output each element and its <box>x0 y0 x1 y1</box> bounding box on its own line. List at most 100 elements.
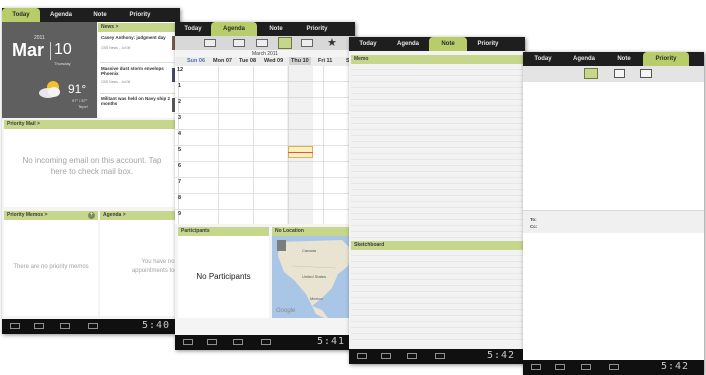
system-navbar: 5:40 <box>2 319 180 334</box>
city-label: Tepe! <box>78 104 88 109</box>
view-toolbar: ★ <box>175 36 355 50</box>
menu-icon[interactable] <box>435 353 445 359</box>
day-view-icon[interactable] <box>204 39 216 47</box>
tab-note[interactable]: Note <box>82 8 118 22</box>
participants-body[interactable]: No Participants <box>178 236 269 318</box>
agenda-screen: Today Agenda Note Priority ★ March 2011 … <box>175 22 355 350</box>
system-navbar: 5:41 <box>175 335 355 350</box>
day-header[interactable]: Sun 06 <box>187 58 205 64</box>
priority-memos-header[interactable]: Priority Memos > <box>4 211 98 220</box>
system-navbar: 5:42 <box>523 360 704 375</box>
day-header[interactable]: Tue 08 <box>239 58 256 64</box>
memo-header[interactable]: Memo <box>351 55 523 64</box>
sketchboard-header[interactable]: Sketchboard <box>351 241 523 250</box>
temperature-label: 91° <box>68 82 87 96</box>
hour-label: 12 <box>177 67 184 73</box>
status-clock: 5:40 <box>142 320 171 331</box>
menu-icon[interactable] <box>88 323 98 329</box>
priority-memos-title: Priority Memos <box>7 212 44 218</box>
sketchboard-title: Sketchboard <box>354 242 385 248</box>
to-label[interactable]: To: <box>530 217 537 222</box>
tab-priority[interactable]: Priority <box>295 22 339 36</box>
tab-agenda[interactable]: Agenda <box>387 37 429 51</box>
tab-today[interactable]: Today <box>2 8 40 22</box>
chevron-right-icon: > <box>121 212 126 218</box>
tab-agenda[interactable]: Agenda <box>40 8 82 22</box>
recent-apps-icon[interactable] <box>407 353 417 359</box>
back-icon[interactable] <box>10 323 20 329</box>
home-icon[interactable] <box>381 353 391 359</box>
tab-today[interactable]: Today <box>523 52 563 66</box>
week-grid[interactable]: 12 1 2 3 4 5 6 7 8 9 <box>175 66 355 224</box>
home-icon[interactable] <box>555 364 565 370</box>
menu-icon[interactable] <box>261 339 271 345</box>
day-header-today[interactable]: Thu 10 <box>289 57 311 65</box>
chevron-right-icon: > <box>35 121 40 127</box>
sun-cloud-icon <box>38 79 64 99</box>
memo-area[interactable] <box>351 64 523 238</box>
day-header[interactable]: Wed 09 <box>264 58 283 64</box>
list-view-icon[interactable] <box>278 37 292 49</box>
list-icon[interactable] <box>640 69 652 78</box>
news-item[interactable]: Militant was held on Navy ship 2 months <box>101 96 171 106</box>
participants-header[interactable]: Participants <box>178 227 269 236</box>
cc-label[interactable]: Cc: <box>530 224 537 229</box>
location-map[interactable]: Canada United States Mexico Google <box>272 236 355 318</box>
sketchboard-area[interactable] <box>351 250 523 345</box>
back-icon[interactable] <box>183 339 193 345</box>
back-icon[interactable] <box>531 364 541 370</box>
hour-label: 5 <box>178 147 182 153</box>
tab-agenda[interactable]: Agenda <box>563 52 605 66</box>
home-icon[interactable] <box>207 339 217 345</box>
home-icon[interactable] <box>34 323 44 329</box>
news-item[interactable]: Massive dust storm envelops Phoenix CBS … <box>101 66 171 84</box>
tab-note[interactable]: Note <box>605 52 643 66</box>
tab-today[interactable]: Today <box>175 22 211 36</box>
month-view-icon[interactable] <box>256 39 268 47</box>
envelope-icon[interactable] <box>584 68 598 79</box>
priority-memos-body[interactable]: There are no priority memos <box>4 220 98 316</box>
note-icon[interactable] <box>614 69 625 78</box>
today-column <box>287 66 313 224</box>
tab-agenda[interactable]: Agenda <box>211 22 257 36</box>
agenda-body[interactable]: You have no appointments today <box>100 220 180 316</box>
message-list[interactable] <box>523 82 704 210</box>
location-header[interactable]: No Location <box>272 227 355 236</box>
priority-mail-header[interactable]: Priority Mail > <box>4 120 178 129</box>
tab-priority[interactable]: Priority <box>643 52 689 66</box>
priority-mail-body[interactable]: No incoming email on this account. Tap h… <box>4 129 178 207</box>
participants-title: Participants <box>181 228 210 234</box>
tab-today[interactable]: Today <box>349 37 387 51</box>
hour-label: 3 <box>178 115 182 121</box>
recent-apps-icon[interactable] <box>233 339 243 345</box>
news-title: News <box>101 24 115 30</box>
priority-mail-title: Priority Mail <box>7 121 36 127</box>
agenda-view-icon[interactable] <box>301 39 313 47</box>
news-panel: News > Casey Anthony: judgment day CBS N… <box>98 22 180 118</box>
menu-icon[interactable] <box>609 364 619 370</box>
tab-priority[interactable]: Priority <box>118 8 162 22</box>
news-header[interactable]: News > <box>98 23 180 32</box>
news-divider <box>100 62 178 63</box>
back-icon[interactable] <box>357 353 367 359</box>
agenda-title: Agenda <box>103 212 122 218</box>
news-headline: Casey Anthony: judgment day <box>101 35 166 40</box>
message-body[interactable] <box>523 233 704 360</box>
chevron-right-icon: > <box>114 24 119 30</box>
star-icon[interactable]: ★ <box>327 36 337 49</box>
tab-note[interactable]: Note <box>429 37 467 51</box>
recent-apps-icon[interactable] <box>60 323 70 329</box>
week-view-icon[interactable] <box>233 39 245 47</box>
tab-note[interactable]: Note <box>257 22 295 36</box>
add-memo-icon[interactable]: + <box>88 212 95 219</box>
day-header[interactable]: Mon 07 <box>213 58 232 64</box>
hour-label: 1 <box>178 83 182 89</box>
hour-label: 4 <box>178 131 182 137</box>
agenda-header[interactable]: Agenda > <box>100 211 180 220</box>
google-logo: Google <box>276 308 296 314</box>
tab-priority[interactable]: Priority <box>467 37 509 51</box>
recent-apps-icon[interactable] <box>581 364 591 370</box>
map-zoom-control[interactable] <box>277 240 286 251</box>
day-header[interactable]: Fri 11 <box>318 58 332 64</box>
news-item[interactable]: Casey Anthony: judgment day CBS News - J… <box>101 35 171 50</box>
